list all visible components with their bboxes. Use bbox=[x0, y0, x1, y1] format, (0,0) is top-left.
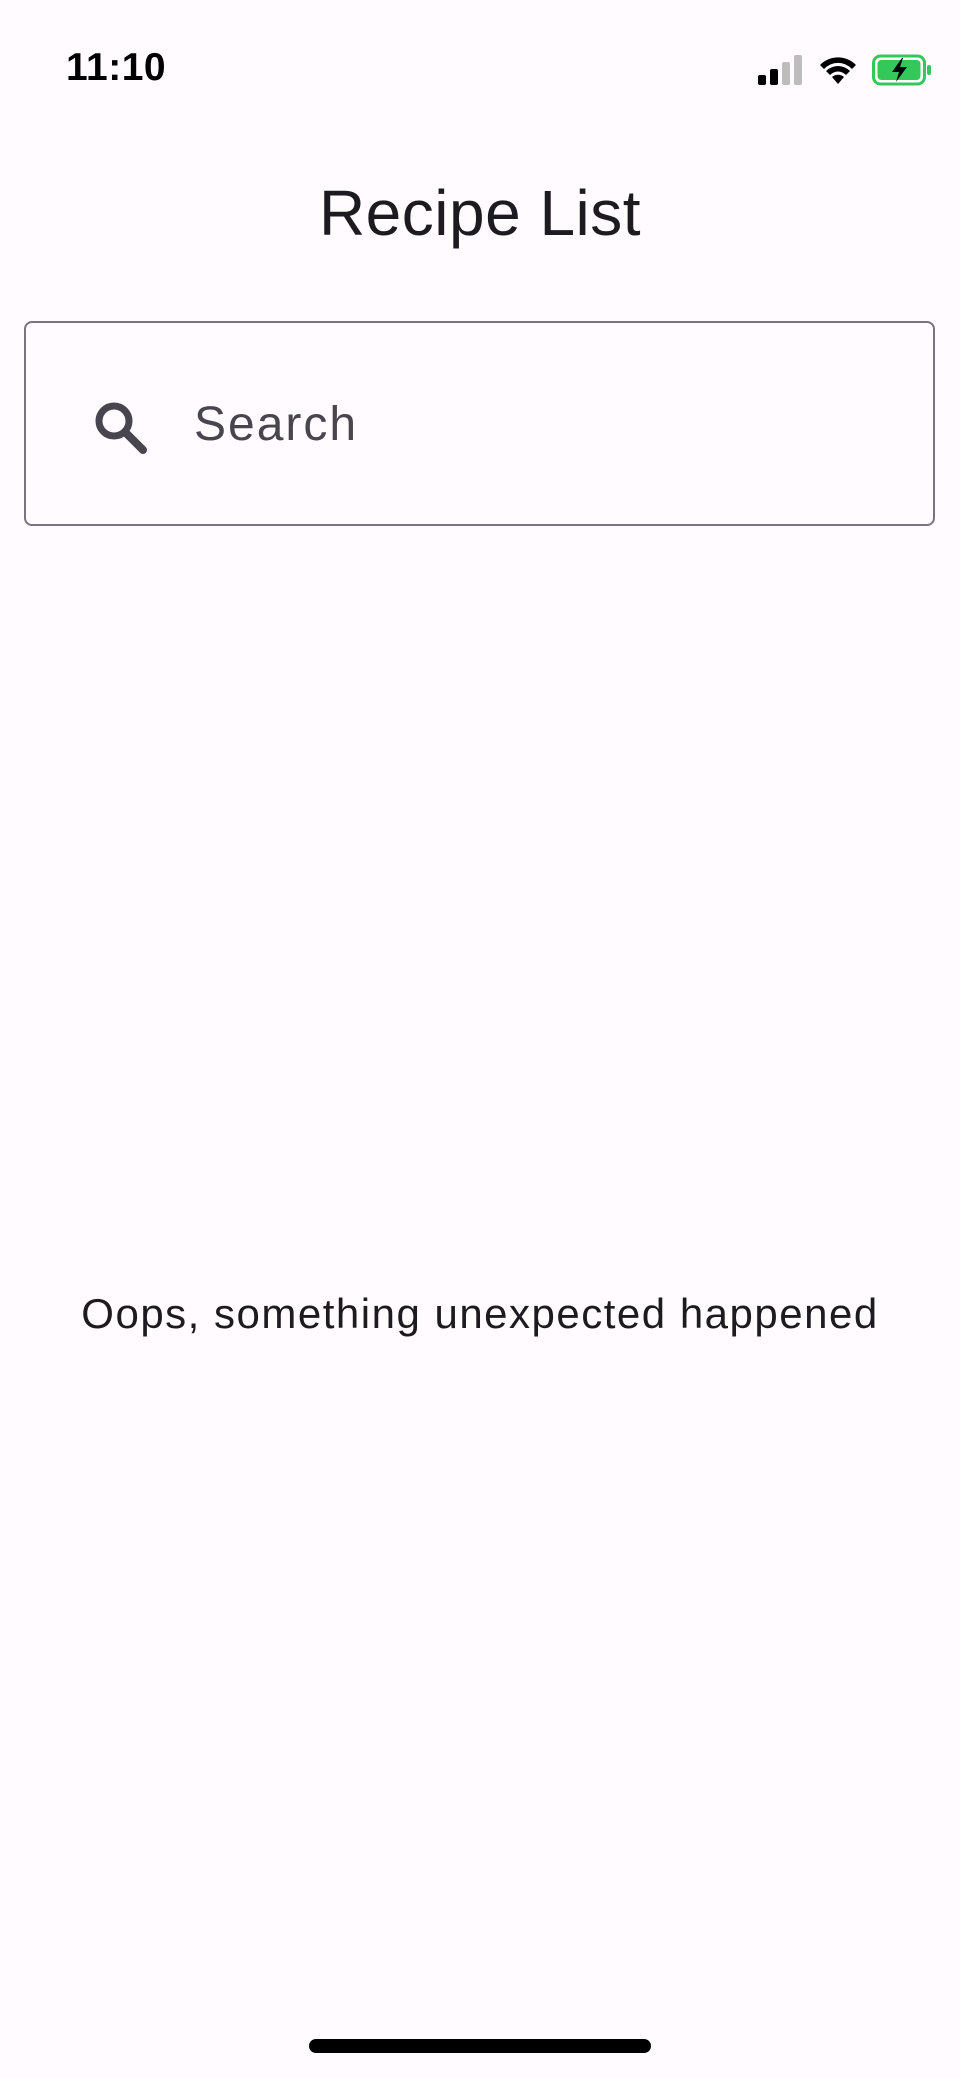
wifi-icon bbox=[818, 55, 858, 85]
status-icons bbox=[758, 54, 932, 86]
status-bar: 11:10 bbox=[0, 0, 960, 140]
search-icon bbox=[92, 399, 148, 455]
battery-charging-icon bbox=[872, 54, 932, 86]
cellular-signal-icon bbox=[758, 55, 804, 85]
error-message: Oops, something unexpected happened bbox=[81, 1290, 879, 1337]
search-field[interactable] bbox=[24, 321, 935, 526]
home-indicator[interactable] bbox=[309, 2039, 651, 2053]
search-input[interactable] bbox=[194, 381, 894, 467]
status-time: 11:10 bbox=[66, 46, 167, 89]
page-title: Recipe List bbox=[318, 177, 642, 249]
